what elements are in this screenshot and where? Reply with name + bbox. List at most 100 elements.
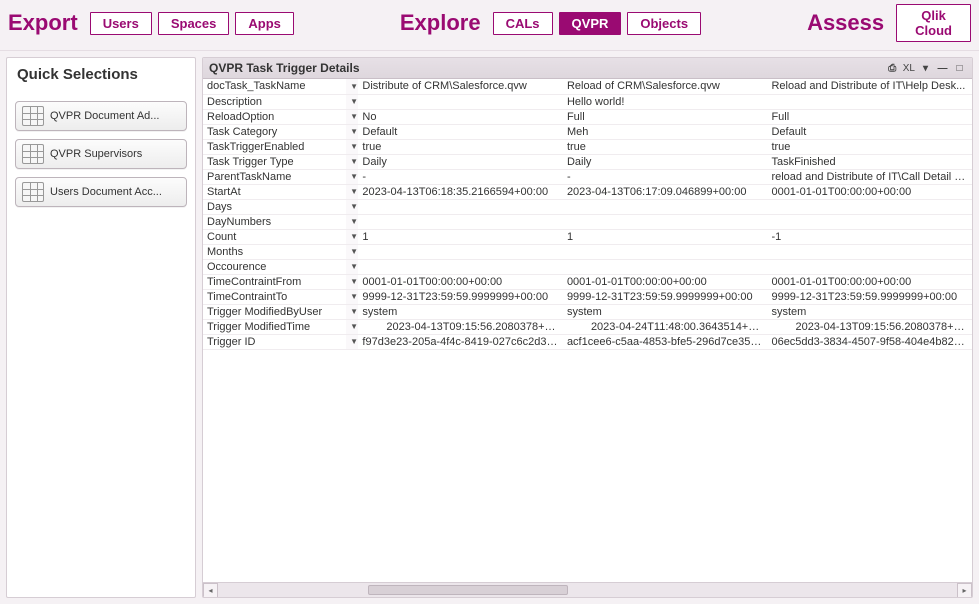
table-row: Occourence▼ bbox=[203, 259, 972, 274]
cell[interactable]: No bbox=[358, 109, 563, 124]
cell[interactable]: 1 bbox=[563, 229, 768, 244]
cell[interactable]: -1 bbox=[767, 229, 972, 244]
cell[interactable]: system bbox=[767, 304, 972, 319]
row-dropdown-icon[interactable]: ▼ bbox=[346, 124, 358, 139]
row-label: Months bbox=[203, 244, 346, 259]
cell[interactable] bbox=[767, 259, 972, 274]
minimize-icon[interactable]: — bbox=[936, 62, 949, 75]
cell[interactable]: Reload and Distribute of IT\Help Desk... bbox=[767, 79, 972, 94]
row-dropdown-icon[interactable]: ▼ bbox=[346, 109, 358, 124]
cell[interactable]: Default bbox=[358, 124, 563, 139]
cell[interactable]: true bbox=[358, 139, 563, 154]
cell[interactable]: true bbox=[563, 139, 768, 154]
spaces-button[interactable]: Spaces bbox=[158, 12, 230, 35]
quick-selection-users-document-access[interactable]: Users Document Acc... bbox=[15, 177, 187, 207]
scroll-thumb[interactable] bbox=[368, 585, 568, 595]
quick-selection-qvpr-document-admins[interactable]: QVPR Document Ad... bbox=[15, 101, 187, 131]
cell[interactable]: TaskFinished bbox=[767, 154, 972, 169]
cell[interactable]: 0001-01-01T00:00:00+00:00 bbox=[358, 274, 563, 289]
cell[interactable] bbox=[358, 259, 563, 274]
cell[interactable] bbox=[767, 199, 972, 214]
cell[interactable]: - bbox=[358, 169, 563, 184]
cell[interactable]: Hello world! bbox=[563, 94, 768, 109]
grid-icon bbox=[22, 106, 44, 126]
cell[interactable] bbox=[563, 259, 768, 274]
dropdown-icon[interactable]: ▾ bbox=[919, 62, 932, 75]
row-dropdown-icon[interactable]: ▼ bbox=[346, 79, 358, 94]
cell[interactable]: 0001-01-01T00:00:00+00:00 bbox=[563, 274, 768, 289]
cell[interactable]: reload and Distribute of IT\Call Detail … bbox=[767, 169, 972, 184]
cell[interactable]: system bbox=[358, 304, 563, 319]
row-dropdown-icon[interactable]: ▼ bbox=[346, 229, 358, 244]
row-dropdown-icon[interactable]: ▼ bbox=[346, 184, 358, 199]
row-dropdown-icon[interactable]: ▼ bbox=[346, 274, 358, 289]
cell[interactable] bbox=[358, 214, 563, 229]
cell[interactable]: Daily bbox=[358, 154, 563, 169]
cals-button[interactable]: CALs bbox=[493, 12, 553, 35]
cell[interactable]: true bbox=[767, 139, 972, 154]
heading-assess: Assess bbox=[807, 10, 884, 36]
row-dropdown-icon[interactable]: ▼ bbox=[346, 169, 358, 184]
row-dropdown-icon[interactable]: ▼ bbox=[346, 319, 358, 334]
cell[interactable] bbox=[767, 244, 972, 259]
cell[interactable]: system bbox=[563, 304, 768, 319]
users-button[interactable]: Users bbox=[90, 12, 152, 35]
cell[interactable] bbox=[563, 199, 768, 214]
cell[interactable]: Distribute of CRM\Salesforce.qvw bbox=[358, 79, 563, 94]
row-label: TimeContraintTo bbox=[203, 289, 346, 304]
cell[interactable]: Default bbox=[767, 124, 972, 139]
cell[interactable]: Reload of CRM\Salesforce.qvw bbox=[563, 79, 768, 94]
row-dropdown-icon[interactable]: ▼ bbox=[346, 289, 358, 304]
row-dropdown-icon[interactable]: ▼ bbox=[346, 199, 358, 214]
cell[interactable]: 0001-01-01T00:00:00+00:00 bbox=[767, 274, 972, 289]
cell[interactable]: 0001-01-01T00:00:00+00:00 bbox=[767, 184, 972, 199]
cell[interactable]: 2023-04-13T09:15:56.2080378+00:00 bbox=[358, 319, 563, 334]
cell[interactable] bbox=[358, 94, 563, 109]
cell[interactable]: Full bbox=[767, 109, 972, 124]
cell[interactable]: 06ec5dd3-3834-4507-9f58-404e4b8298fc bbox=[767, 334, 972, 349]
row-label: TaskTriggerEnabled bbox=[203, 139, 346, 154]
cell[interactable] bbox=[358, 199, 563, 214]
table-row: ParentTaskName▼--reload and Distribute o… bbox=[203, 169, 972, 184]
cell[interactable]: f97d3e23-205a-4f4c-8419-027c6c2d3cae bbox=[358, 334, 563, 349]
cell[interactable]: 2023-04-24T11:48:00.3643514+00:00 bbox=[563, 319, 768, 334]
scroll-left-icon[interactable]: ◂ bbox=[203, 583, 218, 598]
cell[interactable]: 9999-12-31T23:59:59.9999999+00:00 bbox=[767, 289, 972, 304]
cell[interactable]: 2023-04-13T09:15:56.2080378+00:00 bbox=[767, 319, 972, 334]
row-dropdown-icon[interactable]: ▼ bbox=[346, 94, 358, 109]
cell[interactable]: Full bbox=[563, 109, 768, 124]
cell[interactable]: 9999-12-31T23:59:59.9999999+00:00 bbox=[358, 289, 563, 304]
row-dropdown-icon[interactable]: ▼ bbox=[346, 244, 358, 259]
cell[interactable]: 2023-04-13T06:17:09.046899+00:00 bbox=[563, 184, 768, 199]
cell[interactable]: Meh bbox=[563, 124, 768, 139]
row-dropdown-icon[interactable]: ▼ bbox=[346, 304, 358, 319]
row-dropdown-icon[interactable]: ▼ bbox=[346, 214, 358, 229]
maximize-icon[interactable]: □ bbox=[953, 62, 966, 75]
cell[interactable] bbox=[563, 244, 768, 259]
quick-selection-qvpr-supervisors[interactable]: QVPR Supervisors bbox=[15, 139, 187, 169]
cell[interactable]: 1 bbox=[358, 229, 563, 244]
row-dropdown-icon[interactable]: ▼ bbox=[346, 154, 358, 169]
cell[interactable] bbox=[767, 214, 972, 229]
cell[interactable]: Daily bbox=[563, 154, 768, 169]
panel-header: QVPR Task Trigger Details ⎙ XL ▾ — □ bbox=[203, 58, 972, 79]
qvpr-button[interactable]: QVPR bbox=[559, 12, 622, 35]
scroll-track[interactable] bbox=[218, 583, 957, 598]
cell[interactable]: 9999-12-31T23:59:59.9999999+00:00 bbox=[563, 289, 768, 304]
qlik-cloud-button[interactable]: Qlik Cloud bbox=[896, 4, 971, 42]
row-dropdown-icon[interactable]: ▼ bbox=[346, 259, 358, 274]
cell[interactable] bbox=[563, 214, 768, 229]
export-xl-button[interactable]: XL bbox=[903, 63, 915, 74]
cell[interactable]: - bbox=[563, 169, 768, 184]
apps-button[interactable]: Apps bbox=[235, 12, 294, 35]
cell[interactable] bbox=[358, 244, 563, 259]
grid-icon bbox=[22, 144, 44, 164]
cell[interactable]: 2023-04-13T06:18:35.2166594+00:00 bbox=[358, 184, 563, 199]
row-dropdown-icon[interactable]: ▼ bbox=[346, 334, 358, 349]
print-icon[interactable]: ⎙ bbox=[886, 62, 899, 75]
row-dropdown-icon[interactable]: ▼ bbox=[346, 139, 358, 154]
cell[interactable] bbox=[767, 94, 972, 109]
cell[interactable]: acf1cee6-c5aa-4853-bfe5-296d7ce35cd6 bbox=[563, 334, 768, 349]
scroll-right-icon[interactable]: ▸ bbox=[957, 583, 972, 598]
objects-button[interactable]: Objects bbox=[627, 12, 701, 35]
